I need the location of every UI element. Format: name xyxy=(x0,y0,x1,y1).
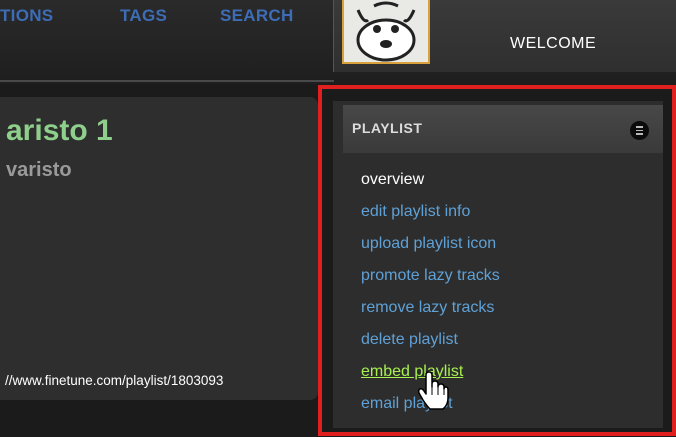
playlist-owner[interactable]: varisto xyxy=(6,159,72,182)
welcome-link[interactable]: WELCOME xyxy=(510,35,596,53)
mascot-avatar-icon[interactable] xyxy=(342,0,430,64)
playlist-url[interactable]: //www.finetune.com/playlist/1803093 xyxy=(5,373,223,388)
playlist-info-panel: aristo 1 varisto //www.finetune.com/play… xyxy=(0,97,318,400)
nav-divider xyxy=(0,80,334,82)
playlist-title: aristo 1 xyxy=(6,114,113,147)
highlight-frame xyxy=(318,85,676,436)
nav-item-stations[interactable]: TIONS xyxy=(0,6,53,26)
nav-item-tags[interactable]: TAGS xyxy=(120,6,167,26)
nav-item-search[interactable]: SEARCH xyxy=(220,6,294,26)
